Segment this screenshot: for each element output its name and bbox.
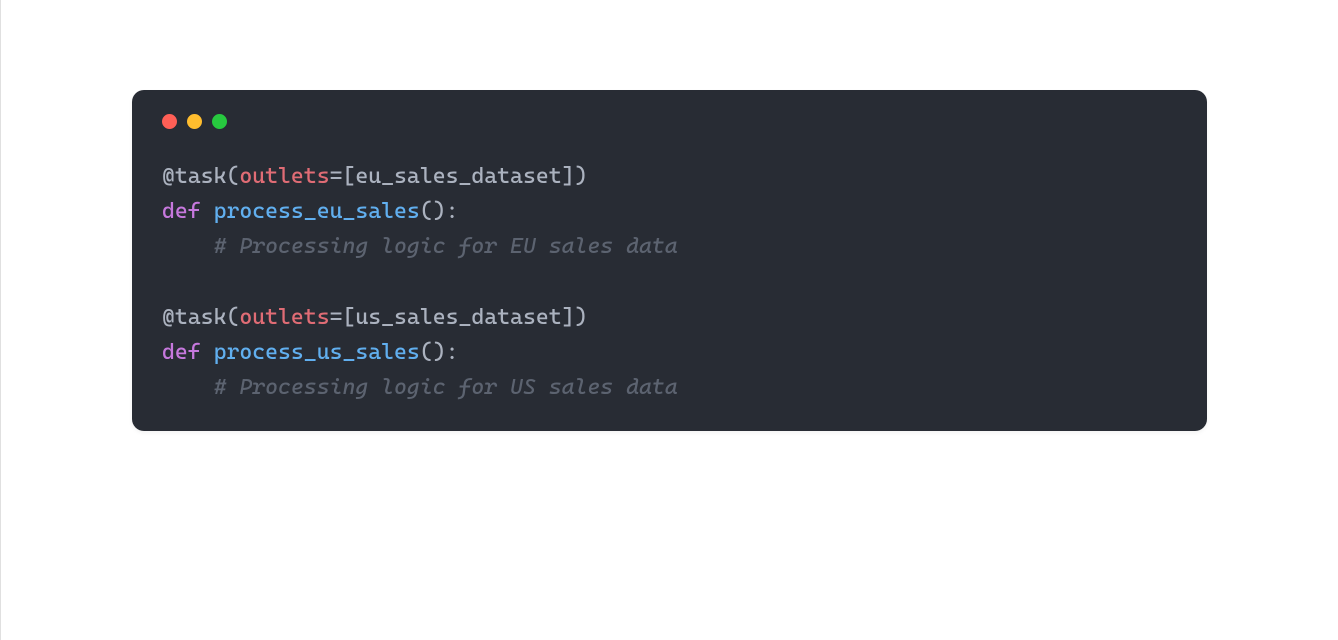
code-token: # Processing logic for EU sales data <box>214 234 678 259</box>
code-token: ]) <box>562 305 588 330</box>
code-token: (): <box>420 340 459 365</box>
code-token: ( <box>226 164 239 189</box>
code-token: outlets <box>239 164 329 189</box>
code-block: @task(outlets=[eu_sales_dataset]) def pr… <box>162 159 1177 405</box>
zoom-icon[interactable] <box>212 114 227 129</box>
close-icon[interactable] <box>162 114 177 129</box>
code-line: @task(outlets=[eu_sales_dataset]) <box>162 164 587 189</box>
code-token: @task <box>162 305 226 330</box>
code-window: @task(outlets=[eu_sales_dataset]) def pr… <box>132 90 1207 431</box>
code-token: =[ <box>330 305 356 330</box>
code-line: def process_us_sales(): <box>162 340 458 365</box>
code-token: def <box>162 199 214 224</box>
code-token: (): <box>420 199 459 224</box>
code-line: # Processing logic for US sales data <box>162 375 678 400</box>
code-token: # Processing logic for US sales data <box>214 375 678 400</box>
code-token: process_eu_sales <box>214 199 420 224</box>
window-traffic-lights <box>162 114 1177 129</box>
page-container: @task(outlets=[eu_sales_dataset]) def pr… <box>0 0 1338 640</box>
code-token: @task <box>162 164 226 189</box>
code-token: outlets <box>239 305 329 330</box>
code-token: eu_sales_dataset <box>355 164 561 189</box>
code-line: def process_eu_sales(): <box>162 199 458 224</box>
code-token: us_sales_dataset <box>355 305 561 330</box>
code-token: ( <box>226 305 239 330</box>
code-line: # Processing logic for EU sales data <box>162 234 678 259</box>
code-token: def <box>162 340 214 365</box>
minimize-icon[interactable] <box>187 114 202 129</box>
code-line: @task(outlets=[us_sales_dataset]) <box>162 305 587 330</box>
code-token: =[ <box>330 164 356 189</box>
code-token: ]) <box>562 164 588 189</box>
code-token: process_us_sales <box>214 340 420 365</box>
